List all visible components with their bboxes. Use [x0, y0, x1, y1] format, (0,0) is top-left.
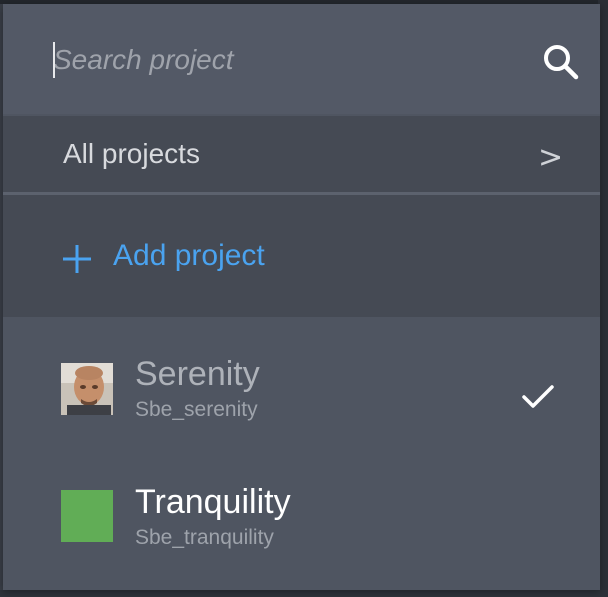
project-name: Tranquility: [135, 483, 291, 521]
all-projects-item[interactable]: All projects >: [3, 116, 600, 192]
project-key: Sbe_tranquility: [135, 526, 274, 549]
search-row: [3, 4, 600, 114]
project-key: Sbe_serenity: [135, 398, 258, 421]
project-list: Serenity Sbe_serenity Tranquility Sbe_tr…: [3, 317, 600, 590]
project-switcher-dropdown: All projects > Add project Serenity Sbe_…: [3, 4, 600, 590]
project-name: Serenity: [135, 355, 260, 393]
add-project-button[interactable]: Add project: [3, 195, 600, 317]
project-item-serenity[interactable]: Serenity Sbe_serenity: [3, 337, 600, 467]
user-photo-avatar: [61, 363, 113, 415]
search-icon[interactable]: [539, 40, 583, 84]
chevron-right-icon: >: [538, 140, 564, 175]
text-caret: [53, 42, 55, 78]
plus-icon: [63, 245, 91, 273]
project-item-tranquility[interactable]: Tranquility Sbe_tranquility: [3, 467, 600, 597]
checkmark-icon: [522, 385, 554, 408]
all-projects-label: All projects: [63, 138, 200, 169]
green-square-avatar: [61, 490, 113, 542]
search-input[interactable]: [53, 40, 513, 80]
add-project-label: Add project: [113, 239, 265, 272]
